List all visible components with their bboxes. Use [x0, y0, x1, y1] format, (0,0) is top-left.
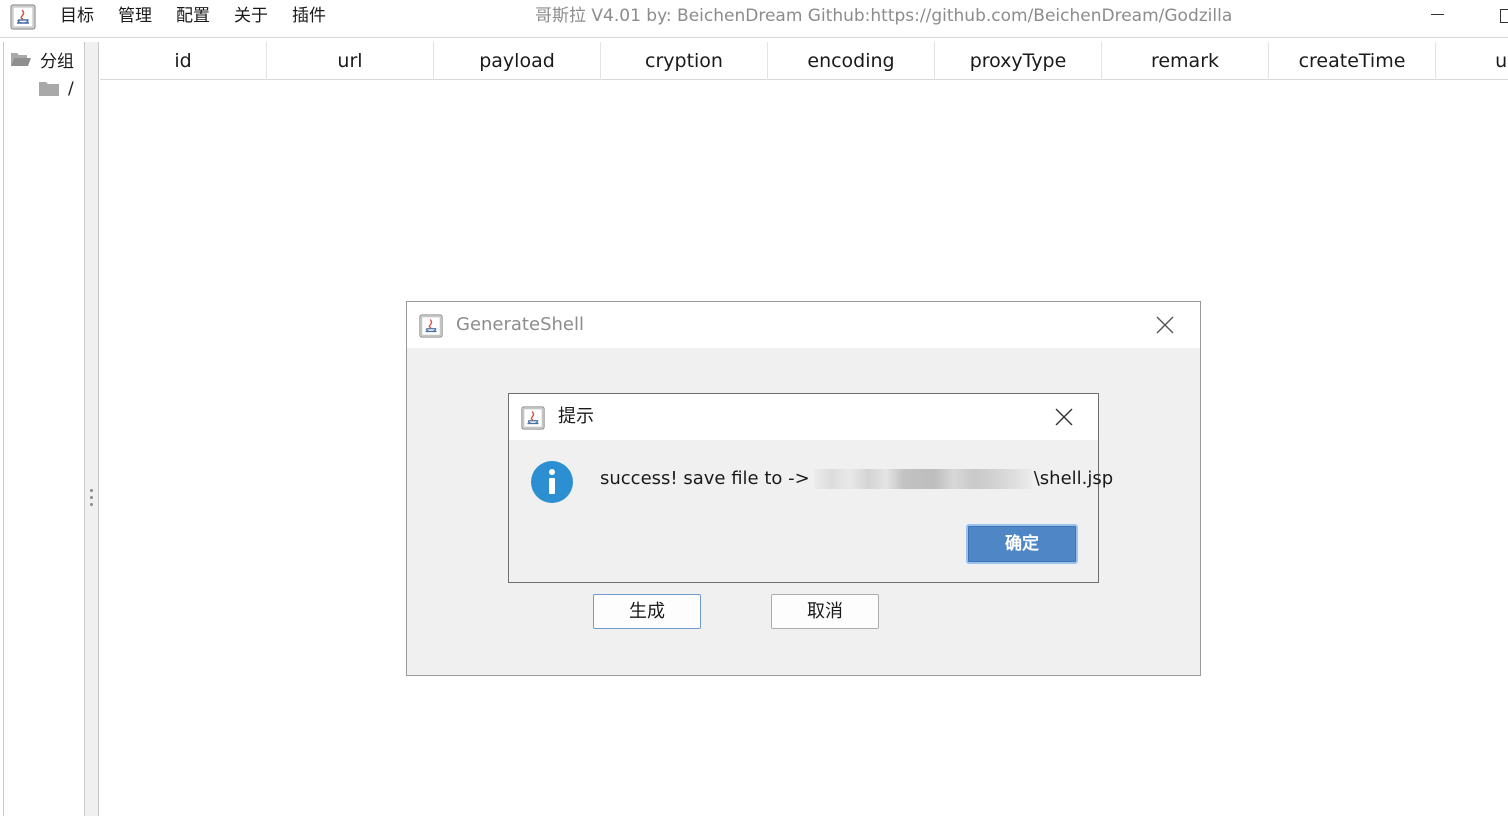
java-app-icon — [10, 4, 36, 30]
column-header-createtime[interactable]: createTime — [1269, 42, 1436, 80]
java-app-icon — [521, 406, 545, 430]
panel-splitter[interactable] — [85, 42, 99, 816]
minimize-button[interactable] — [1425, 0, 1449, 30]
redacted-path — [813, 469, 1032, 489]
message-dialog: 提示 success! save file to -> \shell.jsp 确… — [508, 393, 1113, 583]
column-header-url[interactable]: url — [267, 42, 434, 80]
generate-shell-title: GenerateShell — [456, 314, 584, 335]
splitter-grip-icon — [90, 489, 94, 509]
tree-node-group-root[interactable]: 分组 — [10, 48, 74, 72]
message-prefix: success! save file to -> — [600, 468, 810, 489]
column-header-cryption[interactable]: cryption — [601, 42, 768, 80]
info-icon — [531, 461, 573, 503]
column-header-remark[interactable]: remark — [1102, 42, 1269, 80]
message-suffix: \shell.jsp — [1033, 468, 1114, 489]
generate-shell-titlebar[interactable]: GenerateShell — [407, 302, 1200, 348]
menu-item-plugins[interactable]: 插件 — [292, 0, 326, 32]
table-header: id url payload cryption encoding proxyTy… — [100, 42, 1508, 80]
folder-icon — [39, 82, 59, 96]
window-title: 哥斯拉 V4.01 by: BeichenDream Github:https:… — [535, 6, 1233, 26]
message-dialog-titlebar[interactable]: 提示 — [509, 394, 1098, 440]
column-header-encoding[interactable]: encoding — [768, 42, 935, 80]
column-header-id[interactable]: id — [100, 42, 267, 80]
main-titlebar: 目标 管理 配置 关于 插件 哥斯拉 V4.01 by: BeichenDrea… — [0, 0, 1508, 38]
message-dialog-title: 提示 — [558, 406, 594, 427]
generate-button[interactable]: 生成 — [593, 594, 701, 629]
column-header-updatetime[interactable]: upda — [1436, 42, 1508, 80]
column-header-proxytype[interactable]: proxyType — [935, 42, 1102, 80]
menu-item-config[interactable]: 配置 — [176, 0, 210, 32]
group-tree-panel: 分组 / — [3, 42, 85, 816]
maximize-button[interactable] — [1496, 0, 1508, 30]
column-header-payload[interactable]: payload — [434, 42, 601, 80]
java-app-icon — [419, 314, 443, 338]
menu-item-target[interactable]: 目标 — [60, 0, 94, 32]
ok-button[interactable]: 确定 — [966, 524, 1078, 564]
tree-child-label: / — [68, 79, 74, 99]
tree-node-slash[interactable]: / — [38, 78, 74, 100]
close-icon[interactable] — [1155, 315, 1175, 335]
cancel-button[interactable]: 取消 — [771, 594, 879, 629]
menu-bar: 目标 管理 配置 关于 插件 — [60, 0, 350, 32]
folder-open-icon — [11, 53, 31, 66]
message-text: success! save file to -> \shell.jsp — [600, 466, 1113, 492]
menu-item-manage[interactable]: 管理 — [118, 0, 152, 32]
close-icon[interactable] — [1054, 407, 1074, 427]
tree-root-label: 分组 — [40, 51, 74, 72]
menu-item-about[interactable]: 关于 — [234, 0, 268, 32]
